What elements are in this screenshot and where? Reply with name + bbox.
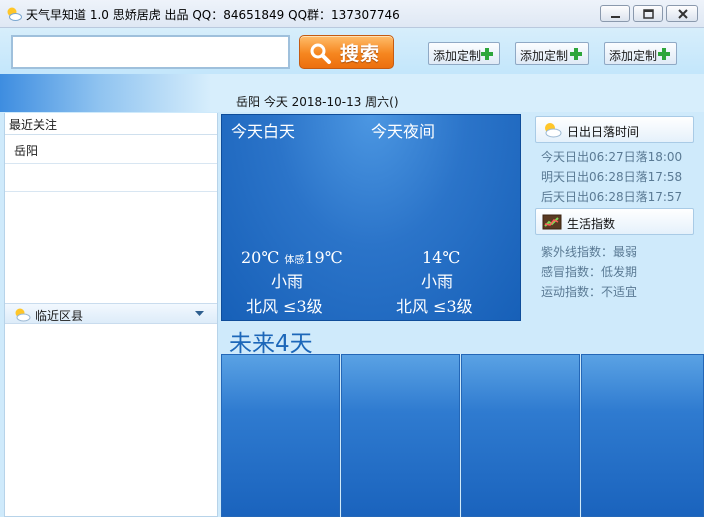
forecast-card[interactable] (461, 354, 580, 517)
chart-icon (542, 214, 562, 230)
recent-follow-header: 最近关注 (5, 113, 217, 135)
search-button[interactable]: 搜索 (299, 35, 394, 69)
forecast-card[interactable] (221, 354, 340, 517)
day-temperature: 20℃ (241, 248, 280, 267)
day-weather: 小雨 (271, 272, 304, 291)
today-night-heading: 今天夜间 (371, 122, 436, 141)
sun-line-today: 今天日出06:27日落18:00 (541, 150, 683, 164)
nearby-counties-dropdown[interactable]: 临近区县 (5, 303, 217, 324)
chevron-down-icon (195, 311, 204, 316)
sun-line-day-after: 后天日出06:28日落17:57 (541, 190, 683, 204)
nearby-counties-label: 临近区县 (35, 309, 84, 323)
close-icon (678, 9, 688, 19)
life-index-header: 生活指数 (535, 208, 694, 235)
add-custom-button-3[interactable]: 添加定制 (604, 42, 677, 65)
add-custom-button-1[interactable]: 添加定制 (428, 42, 500, 65)
close-button[interactable] (666, 5, 698, 22)
life-index-title: 生活指数 (567, 217, 616, 231)
city-date-line: 岳阳 今天 2018-10-13 周六() (236, 95, 399, 109)
day-temperature-line: 20℃ 体感19℃ (241, 248, 343, 267)
partly-cloudy-icon (545, 123, 562, 138)
forecast-card[interactable] (341, 354, 460, 517)
night-weather: 小雨 (421, 272, 454, 291)
add-custom-button-2[interactable]: 添加定制 (515, 42, 589, 65)
forecast-card[interactable] (581, 354, 704, 517)
search-input[interactable] (11, 35, 290, 69)
recent-item-empty (5, 164, 217, 192)
plus-icon (570, 48, 582, 60)
future-days-label: 未来4天 (229, 331, 313, 357)
weather-icon (7, 7, 22, 21)
today-day-heading: 今天白天 (231, 122, 296, 141)
magnifier-icon (310, 43, 331, 64)
uv-index: 紫外线指数：最弱 (541, 245, 638, 259)
sun-line-tomorrow: 明天日出06:28日落17:58 (541, 170, 683, 184)
partly-cloudy-icon (15, 308, 31, 322)
minimize-button[interactable] (600, 5, 630, 22)
add-custom-label: 添加定制 (609, 49, 658, 63)
recent-item[interactable]: 岳阳 (5, 135, 217, 164)
cold-index: 感冒指数：低发期 (541, 265, 638, 279)
night-wind: 北风 ≤3级 (396, 297, 473, 316)
header-banner: 岳阳 今天 2018-10-13 周六() (0, 74, 704, 112)
feels-like-label: 体感 (284, 255, 305, 266)
title-bar[interactable]: 天气早知道 1.0 思娇居虎 出品 QQ：84651849 QQ群：137307… (0, 0, 704, 28)
plus-icon (481, 48, 493, 60)
maximize-button[interactable] (633, 5, 663, 22)
sunrise-sunset-title: 日出日落时间 (567, 125, 640, 139)
sunrise-sunset-header: 日出日落时间 (535, 116, 694, 143)
today-weather-panel (221, 114, 521, 321)
plus-icon (658, 48, 670, 60)
add-custom-label: 添加定制 (520, 49, 569, 63)
day-wind: 北风 ≤3级 (246, 297, 323, 316)
toolbar: 搜索 添加定制 添加定制 添加定制 (0, 28, 704, 74)
maximize-icon (643, 9, 654, 19)
minimize-icon (611, 16, 620, 18)
feels-like-temperature: 19℃ (304, 248, 343, 267)
add-custom-label: 添加定制 (433, 49, 482, 63)
window-title: 天气早知道 1.0 思娇居虎 出品 QQ：84651849 QQ群：137307… (26, 8, 400, 22)
exercise-index: 运动指数：不适宜 (541, 285, 638, 299)
search-button-label: 搜索 (340, 43, 381, 65)
night-temperature: 14℃ (422, 248, 461, 267)
